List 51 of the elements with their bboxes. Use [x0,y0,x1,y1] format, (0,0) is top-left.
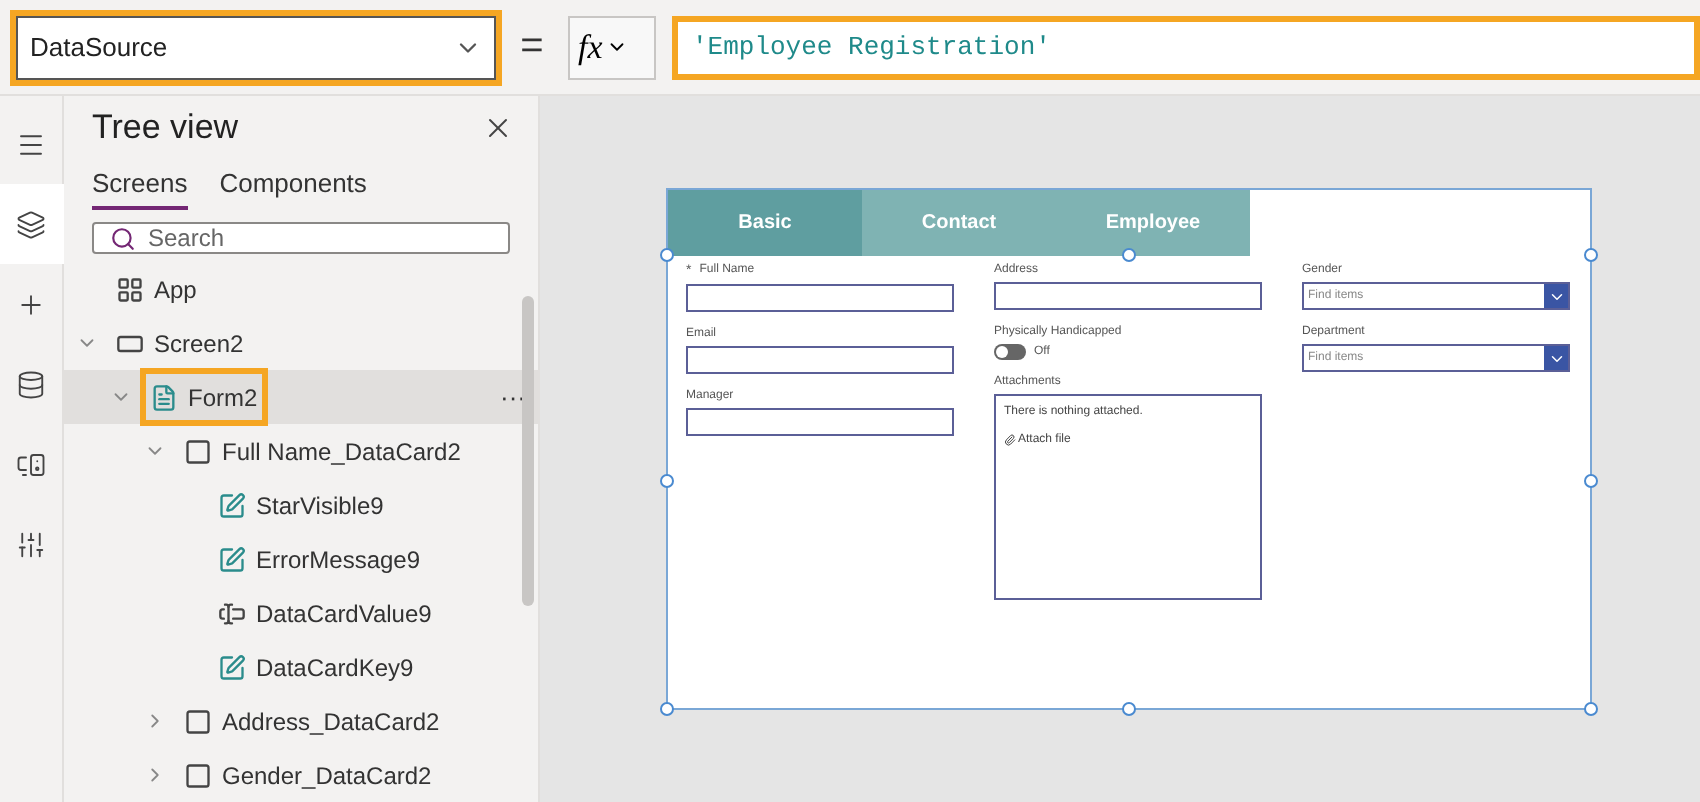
layers-icon [16,209,46,239]
panel-title: Tree view [92,108,239,148]
search-icon [110,225,136,251]
fx-button[interactable]: fx [568,15,656,79]
panel-tab[interactable]: Components [219,164,367,210]
tree-item[interactable]: Gender_DataCard2 [64,748,538,802]
equals-sign: = [518,24,546,70]
toggle-switch[interactable] [994,344,1026,360]
plus-icon [16,289,46,319]
resize-handle[interactable] [1584,474,1598,488]
dropdown-toggle[interactable] [1544,284,1568,308]
resize-handle[interactable] [1122,248,1136,262]
resize-handle[interactable] [660,474,674,488]
text-input[interactable] [686,284,954,312]
resize-handle[interactable] [1584,248,1598,262]
dropdown-toggle[interactable] [1544,346,1568,370]
toggle-knob [996,346,1008,358]
form-icon [150,383,178,411]
rail-button[interactable] [0,184,63,264]
tree-item[interactable]: DataCardValue9 [64,586,538,640]
text-input[interactable] [686,346,954,374]
text-input[interactable] [686,408,954,436]
sliders-icon [16,529,46,559]
panel-tab[interactable]: Screens [92,164,188,210]
card-icon [184,761,212,789]
text-input-icon [218,599,246,627]
card-icon [184,707,212,735]
scrollbar[interactable] [522,296,534,606]
tree-item[interactable]: App [64,262,538,316]
search-field[interactable]: Search [92,222,510,254]
tree-item[interactable]: Address_DataCard2 [64,694,538,748]
tree-item[interactable]: Full Name_DataCard2 [64,424,538,478]
resize-handle[interactable] [660,702,674,716]
database-icon [16,369,46,399]
tree-item[interactable]: DataCardKey9 [64,640,538,694]
resize-handle[interactable] [660,248,674,262]
monitor-speaker-icon [16,449,46,479]
tree-item[interactable]: Screen2 [64,316,538,370]
resize-handle[interactable] [1122,702,1136,716]
menu-icon [16,129,46,159]
resize-handle[interactable] [1584,702,1598,716]
tree-item[interactable]: ErrorMessage9 [64,532,538,586]
pencil-icon [218,653,246,681]
tree-item[interactable]: StarVisible9 [64,478,538,532]
pencil-icon [218,491,246,519]
card-icon [184,437,212,465]
pencil-icon [218,545,246,573]
paperclip-icon [1004,434,1016,446]
grid-icon [116,275,144,303]
formula-input[interactable]: 'Employee Registration' [672,15,1700,79]
text-input[interactable] [994,282,1262,310]
